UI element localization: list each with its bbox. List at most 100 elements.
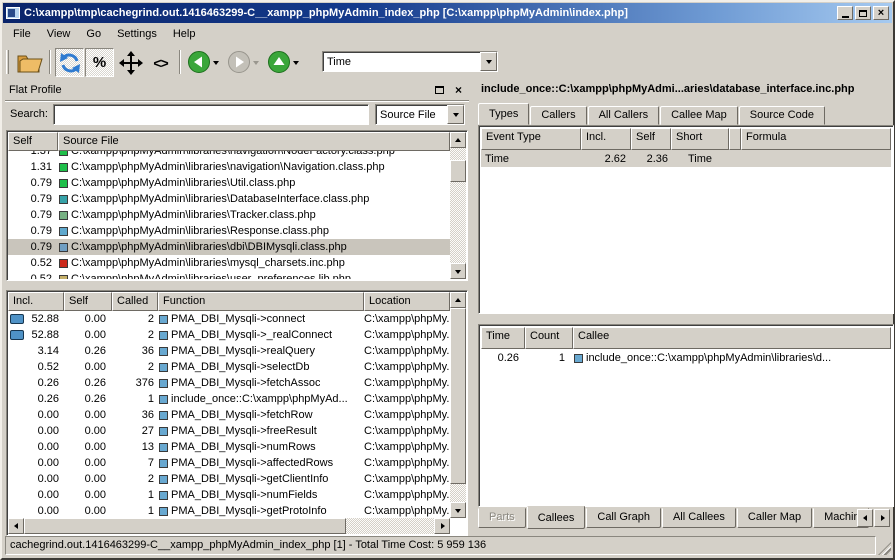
tab[interactable]: Source Code: [739, 106, 825, 125]
table-row[interactable]: 0.00 0.00 13 PMA_DBI_Mysqli->numRows C:\…: [8, 439, 450, 455]
tab[interactable]: Types: [478, 103, 529, 125]
combo-arrow-button[interactable]: [480, 52, 497, 71]
vertical-scrollbar[interactable]: [450, 132, 466, 279]
table-row[interactable]: 0.52 C:\xampp\phpMyAdmin\libraries\user_…: [8, 271, 450, 279]
forward-button[interactable]: [227, 50, 251, 74]
menu-bar: FileViewGoSettingsHelp: [3, 23, 892, 45]
up-button[interactable]: [267, 50, 291, 74]
menu-item[interactable]: View: [39, 25, 79, 43]
column-header-incl[interactable]: Incl.: [581, 128, 631, 150]
forward-icon: [227, 50, 251, 74]
table-row[interactable]: 3.14 0.26 36 PMA_DBI_Mysqli->realQuery C…: [8, 343, 450, 359]
table-row[interactable]: 0.79 C:\xampp\phpMyAdmin\libraries\Respo…: [8, 223, 450, 239]
table-row[interactable]: 0.79 C:\xampp\phpMyAdmin\libraries\Track…: [8, 207, 450, 223]
column-header-source-file[interactable]: Source File: [58, 132, 450, 151]
menu-item[interactable]: File: [5, 25, 39, 43]
scroll-up-button[interactable]: [450, 132, 466, 148]
tab[interactable]: All Callees: [662, 508, 736, 528]
minimize-button[interactable]: [837, 6, 853, 20]
tab[interactable]: Parts: [478, 508, 526, 528]
scroll-down-button[interactable]: [450, 502, 466, 518]
tab[interactable]: Call Graph: [586, 508, 661, 528]
table-row[interactable]: 0.52 C:\xampp\phpMyAdmin\libraries\mysql…: [8, 255, 450, 271]
tab[interactable]: Callees: [527, 506, 586, 529]
table-row[interactable]: 0.00 0.00 1 PMA_DBI_Mysqli->getProtoInfo…: [8, 503, 450, 518]
search-input[interactable]: [53, 104, 369, 125]
column-header-callee[interactable]: Callee: [573, 327, 891, 349]
column-header-count[interactable]: Count: [525, 327, 573, 349]
table-row[interactable]: 0.79 C:\xampp\phpMyAdmin\libraries\dbi\D…: [8, 239, 450, 255]
reload-button[interactable]: [55, 48, 84, 77]
scroll-right-button[interactable]: [434, 518, 450, 534]
table-row[interactable]: 0.00 0.00 2 PMA_DBI_Mysqli->getClientInf…: [8, 471, 450, 487]
scroll-up-button[interactable]: [450, 292, 466, 308]
open-file-button[interactable]: [15, 48, 44, 77]
table-row[interactable]: 0.26 1 include_once::C:\xampp\phpMyAdmin…: [481, 349, 891, 367]
resize-grip[interactable]: [878, 542, 891, 555]
scrollbar-thumb[interactable]: [450, 308, 466, 484]
tab[interactable]: Caller Map: [737, 508, 812, 528]
table-row[interactable]: 1.37 C:\xampp\phpMyAdmin\libraries\navig…: [8, 151, 450, 159]
scrollbar-thumb[interactable]: [450, 160, 466, 182]
table-row[interactable]: 52.88 0.00 2 PMA_DBI_Mysqli->_realConnec…: [8, 327, 450, 343]
vertical-scrollbar[interactable]: [450, 292, 466, 518]
menu-item[interactable]: Settings: [109, 25, 165, 43]
back-dropdown-icon[interactable]: [213, 61, 219, 68]
column-header-called[interactable]: Called: [112, 292, 158, 311]
close-button[interactable]: ×: [873, 6, 889, 20]
tab[interactable]: Callers: [530, 106, 586, 125]
column-header-location[interactable]: Location: [364, 292, 450, 311]
horizontal-scrollbar[interactable]: [8, 518, 450, 534]
back-button[interactable]: [187, 50, 211, 74]
toolbar-handle[interactable]: [6, 50, 9, 74]
column-header-self[interactable]: Self: [64, 292, 112, 311]
table-row[interactable]: 0.79 C:\xampp\phpMyAdmin\libraries\Util.…: [8, 175, 450, 191]
table-row[interactable]: 0.00 0.00 7 PMA_DBI_Mysqli->affectedRows…: [8, 455, 450, 471]
scroll-left-button[interactable]: [8, 518, 24, 534]
titlebar[interactable]: C:\xampp\tmp\cachegrind.out.1416463299-C…: [3, 3, 892, 23]
tab[interactable]: Callee Map: [660, 106, 738, 125]
scroll-down-button[interactable]: [450, 263, 466, 279]
column-header-time[interactable]: Time: [481, 327, 525, 349]
table-row[interactable]: 0.26 0.26 1 include_once::C:\xampp\phpMy…: [8, 391, 450, 407]
menu-item[interactable]: Go: [78, 25, 109, 43]
maximize-button[interactable]: [855, 6, 871, 20]
percent-toggle-button[interactable]: %: [85, 48, 114, 77]
triangle-down-icon: [455, 509, 461, 516]
file-color-icon: [59, 151, 68, 156]
shorten-templates-button[interactable]: <>: [146, 48, 175, 77]
column-header-function[interactable]: Function: [158, 292, 364, 311]
function-icon: [159, 347, 168, 356]
table-row[interactable]: 1.31 C:\xampp\phpMyAdmin\libraries\navig…: [8, 159, 450, 175]
column-header-formula[interactable]: Formula: [741, 128, 891, 150]
column-header-incl[interactable]: Incl.: [8, 292, 64, 311]
up-dropdown-icon[interactable]: [293, 61, 299, 68]
float-dock-button[interactable]: [433, 84, 446, 96]
table-row[interactable]: 0.00 0.00 27 PMA_DBI_Mysqli->freeResult …: [8, 423, 450, 439]
menu-item[interactable]: Help: [165, 25, 204, 43]
table-row[interactable]: Time 2.62 2.36 Time: [481, 150, 891, 167]
grouping-select[interactable]: Source File: [375, 104, 465, 125]
tab-scroll-right-button[interactable]: [874, 509, 890, 527]
event-type-select[interactable]: Time: [322, 51, 498, 72]
column-header-short[interactable]: Short: [671, 128, 729, 150]
table-row[interactable]: 0.00 0.00 36 PMA_DBI_Mysqli->fetchRow C:…: [8, 407, 450, 423]
table-row[interactable]: 52.88 0.00 2 PMA_DBI_Mysqli->connect C:\…: [8, 311, 450, 327]
function-icon: [159, 395, 168, 404]
table-row[interactable]: 0.26 0.26 376 PMA_DBI_Mysqli->fetchAssoc…: [8, 375, 450, 391]
incl-value: 0.00: [38, 489, 59, 501]
table-row[interactable]: 0.79 C:\xampp\phpMyAdmin\libraries\Datab…: [8, 191, 450, 207]
table-row[interactable]: 0.00 0.00 1 PMA_DBI_Mysqli->numFields C:…: [8, 487, 450, 503]
scrollbar-thumb[interactable]: [24, 518, 346, 534]
column-header-self[interactable]: Self: [8, 132, 58, 151]
dock-header[interactable]: Flat Profile ×: [3, 79, 471, 100]
combo-arrow-button[interactable]: [447, 105, 464, 124]
tab-scroll-left-button[interactable]: [857, 509, 873, 527]
table-row[interactable]: 0.52 0.00 2 PMA_DBI_Mysqli->selectDb C:\…: [8, 359, 450, 375]
column-header-self[interactable]: Self: [631, 128, 671, 150]
close-dock-button[interactable]: ×: [452, 84, 465, 96]
move-button[interactable]: [116, 48, 145, 77]
tab[interactable]: All Callers: [588, 106, 660, 125]
column-header-spacer[interactable]: [729, 128, 741, 150]
column-header-event-type[interactable]: Event Type: [481, 128, 581, 150]
